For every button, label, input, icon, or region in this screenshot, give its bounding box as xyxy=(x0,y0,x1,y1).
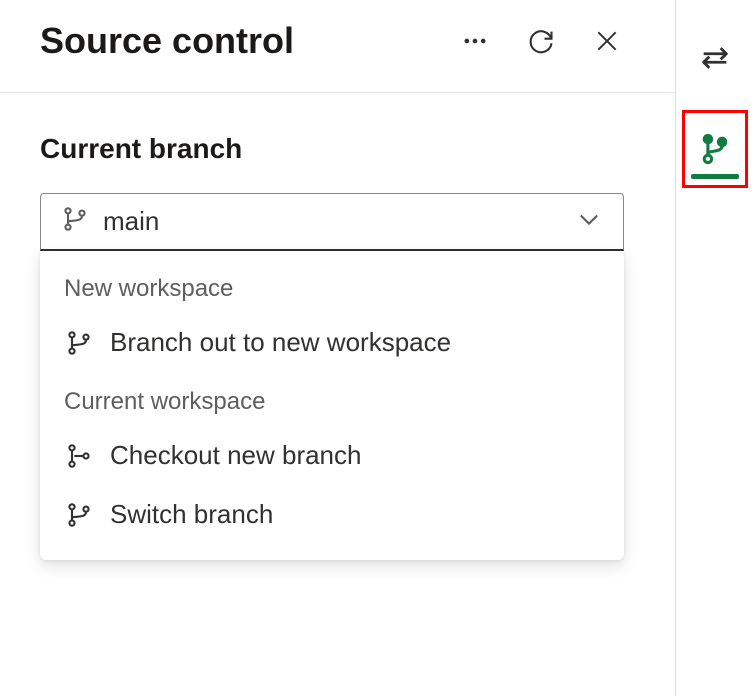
branch-dropdown-menu: New workspace Branch out to new workspac… xyxy=(40,251,624,560)
branch-new-icon xyxy=(64,441,94,471)
menu-item-checkout-new-branch[interactable]: Checkout new branch xyxy=(40,426,624,485)
header-actions xyxy=(457,23,625,59)
menu-item-switch-branch[interactable]: Switch branch xyxy=(40,485,624,544)
rail-sync-button[interactable] xyxy=(693,36,737,80)
menu-item-label: Switch branch xyxy=(110,499,273,530)
menu-item-label: Branch out to new workspace xyxy=(110,327,451,358)
menu-item-label: Checkout new branch xyxy=(110,440,361,471)
branch-icon xyxy=(64,500,94,530)
more-options-button[interactable] xyxy=(457,23,493,59)
menu-section-new-workspace: New workspace xyxy=(40,259,624,313)
panel-title: Source control xyxy=(40,20,457,62)
right-rail xyxy=(676,0,754,696)
close-icon xyxy=(594,28,620,54)
panel-header: Source control xyxy=(0,0,675,93)
chevron-down-icon xyxy=(575,205,603,238)
rail-source-control-button[interactable] xyxy=(682,110,748,188)
current-branch-label: Current branch xyxy=(40,133,635,165)
refresh-button[interactable] xyxy=(523,23,559,59)
source-control-panel: Source control Current branch xyxy=(0,0,676,696)
refresh-icon xyxy=(527,27,555,55)
branch-dropdown[interactable]: main xyxy=(40,193,624,251)
menu-item-branch-out[interactable]: Branch out to new workspace xyxy=(40,313,624,372)
branch-dropdown-value: main xyxy=(103,206,561,237)
rail-selected-indicator xyxy=(691,174,739,179)
close-button[interactable] xyxy=(589,23,625,59)
panel-content: Current branch main New workspace xyxy=(0,93,675,560)
sync-arrows-icon xyxy=(698,41,732,75)
menu-section-current-workspace: Current workspace xyxy=(40,372,624,426)
more-horizontal-icon xyxy=(461,27,489,55)
git-branch-icon xyxy=(698,132,732,166)
branch-icon xyxy=(64,328,94,358)
branch-icon xyxy=(61,205,89,238)
